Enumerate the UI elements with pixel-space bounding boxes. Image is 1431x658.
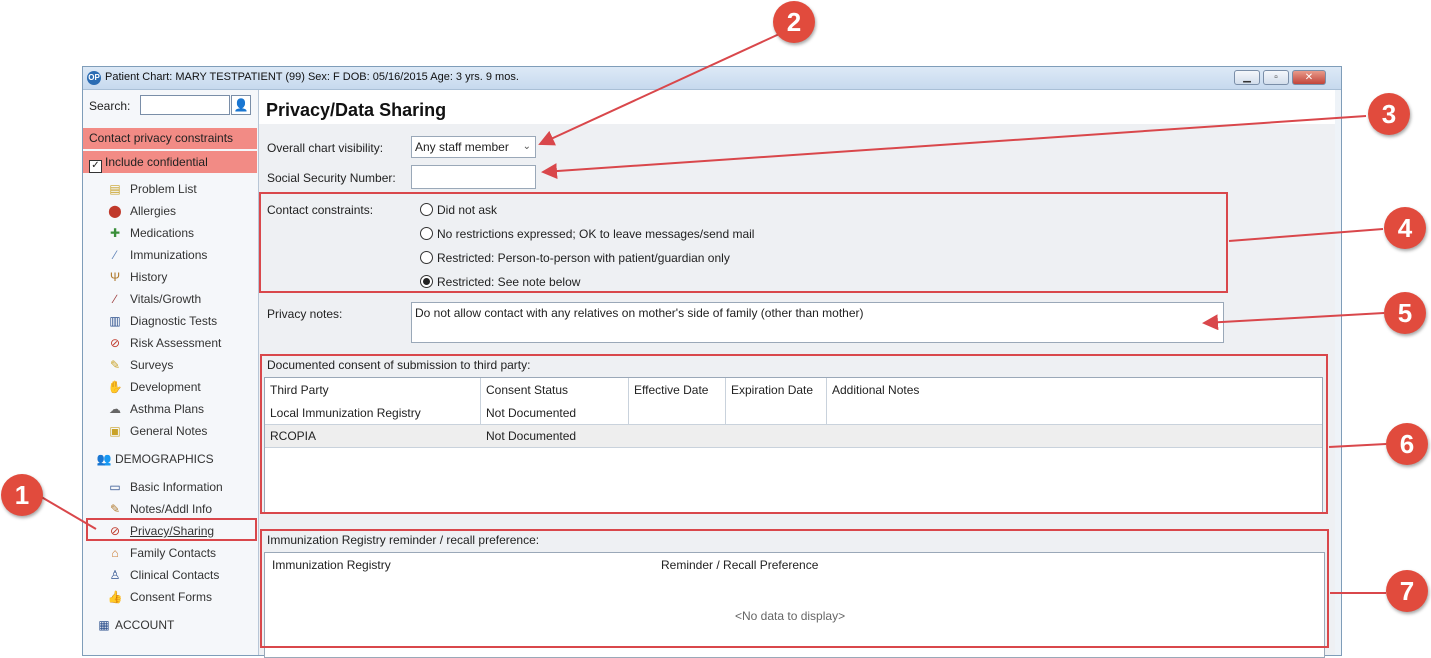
section-account[interactable]: ▦ ACCOUNT [95,615,174,635]
highlight-box-privacy-sharing [86,518,257,541]
clinical-contacts-icon: ♙ [109,568,121,582]
sidebar-item-family-contacts[interactable]: ⌂ Family Contacts [107,543,216,563]
medications-icon: ✚ [109,226,121,240]
maximize-button[interactable]: ▫ [1263,70,1289,85]
family-house-icon: ⌂ [111,546,119,560]
sidebar-item-general-notes[interactable]: ▣ General Notes [107,421,207,441]
sidebar-item-surveys[interactable]: ✎ Surveys [107,355,173,375]
include-confidential-label: Include confidential [105,155,208,169]
sidebar-item-immunizations[interactable]: ⁄ Immunizations [107,245,207,265]
demographics-icon: 👥 [96,452,112,466]
callout-1: 1 [1,474,43,516]
sidebar-item-history[interactable]: Ψ History [107,267,167,287]
sidebar-item-medications[interactable]: ✚ Medications [107,223,194,243]
allergies-icon: ⬤ [108,204,122,218]
sidebar-item-label: Consent Forms [130,590,213,604]
include-confidential-toggle[interactable]: ✓ Include confidential [83,151,257,173]
minimize-button[interactable]: ▁ [1234,70,1260,85]
sidebar-item-label: Basic Information [130,480,223,494]
sidebar-item-label: Medications [130,226,195,240]
history-icon: Ψ [109,270,121,284]
chevron-down-icon: ⌄ [522,141,531,152]
sidebar-item-clinical-contacts[interactable]: ♙ Clinical Contacts [107,565,220,585]
sidebar-item-label: Development [130,380,201,394]
consent-thumb-icon: 👍 [107,590,123,604]
sidebar-item-label: Problem List [130,182,197,196]
callout-5: 5 [1384,292,1426,334]
privacy-notes-value: Do not allow contact with any relatives … [415,306,864,320]
immunizations-icon: ⁄ [113,248,116,262]
sidebar-item-diagnostic-tests[interactable]: ▥ Diagnostic Tests [107,311,217,331]
section-demographics[interactable]: 👥 DEMOGRAPHICS [95,449,214,469]
sidebar-item-consent-forms[interactable]: 👍 Consent Forms [107,587,213,607]
visibility-select[interactable]: Any staff member ⌄ [411,136,536,158]
diagnostic-tests-icon: ▥ [109,314,121,328]
ssn-field[interactable] [411,165,536,189]
notes-icon: ✎ [109,502,121,516]
privacy-notes-field[interactable]: Do not allow contact with any relatives … [411,302,1224,343]
close-button[interactable]: ✕ [1292,70,1326,85]
sidebar-item-label: Vitals/Growth [130,292,202,306]
sidebar-item-label: Allergies [130,204,177,218]
sidebar-item-allergies[interactable]: ⬤ Allergies [107,201,176,221]
search-label: Search: [89,99,131,113]
account-icon: ▦ [98,618,110,632]
sidebar: Search: 👤 Contact privacy constraints ✓ I… [83,90,259,655]
section-label: DEMOGRAPHICS [115,452,214,466]
sidebar-item-label: Family Contacts [130,546,217,560]
privacy-notes-label: Privacy notes: [267,307,343,321]
highlight-box-contact-constraints [259,192,1228,293]
highlight-box-registry [260,529,1329,648]
callout-6: 6 [1386,423,1428,465]
contact-privacy-warning[interactable]: Contact privacy constraints [83,128,257,149]
id-card-icon: ▭ [109,480,121,494]
sidebar-item-label: General Notes [130,424,208,438]
sidebar-item-problem-list[interactable]: ▤ Problem List [107,179,197,199]
sidebar-item-basic-information[interactable]: ▭ Basic Information [107,477,223,497]
asthma-plans-icon: ☁ [109,402,121,416]
sidebar-item-label: Surveys [130,358,174,372]
sidebar-item-label: Notes/Addl Info [130,502,213,516]
section-label: ACCOUNT [115,618,175,632]
sidebar-item-notes-addl-info[interactable]: ✎ Notes/Addl Info [107,499,212,519]
search-person-icon[interactable]: 👤 [231,95,251,115]
ssn-label: Social Security Number: [267,171,396,185]
sidebar-item-label: Immunizations [130,248,208,262]
sidebar-item-label: History [130,270,168,284]
sidebar-item-risk-assessment[interactable]: ⊘ Risk Assessment [107,333,221,353]
general-notes-icon: ▣ [109,424,121,438]
callout-2: 2 [773,1,815,43]
page-title: Privacy/Data Sharing [266,100,447,120]
window-title: Patient Chart: MARY TESTPATIENT (99) Sex… [105,71,519,83]
title-bar: OP Patient Chart: MARY TESTPATIENT (99) … [83,67,1341,90]
problem-list-icon: ▤ [109,182,121,196]
sidebar-item-label: Clinical Contacts [130,568,220,582]
risk-assessment-icon: ⊘ [109,336,121,350]
sidebar-item-label: Asthma Plans [130,402,205,416]
checkbox-icon[interactable]: ✓ [89,160,102,173]
highlight-box-consent [260,354,1328,514]
callout-3: 3 [1368,93,1410,135]
vitals-icon: ∕ [113,292,116,306]
callout-4: 4 [1384,207,1426,249]
sidebar-item-label: Diagnostic Tests [130,314,218,328]
surveys-icon: ✎ [109,358,121,372]
search-input[interactable] [140,95,230,115]
visibility-label: Overall chart visibility: [267,141,384,155]
page-header: Privacy/Data Sharing [259,90,1335,124]
app-logo-icon: OP [87,71,101,85]
callout-7: 7 [1386,570,1428,612]
visibility-value: Any staff member [415,140,509,154]
development-icon: ✋ [107,380,123,394]
sidebar-item-development[interactable]: ✋ Development [107,377,201,397]
sidebar-item-label: Risk Assessment [130,336,222,350]
sidebar-item-vitals[interactable]: ∕ Vitals/Growth [107,289,201,309]
sidebar-item-asthma-plans[interactable]: ☁ Asthma Plans [107,399,204,419]
